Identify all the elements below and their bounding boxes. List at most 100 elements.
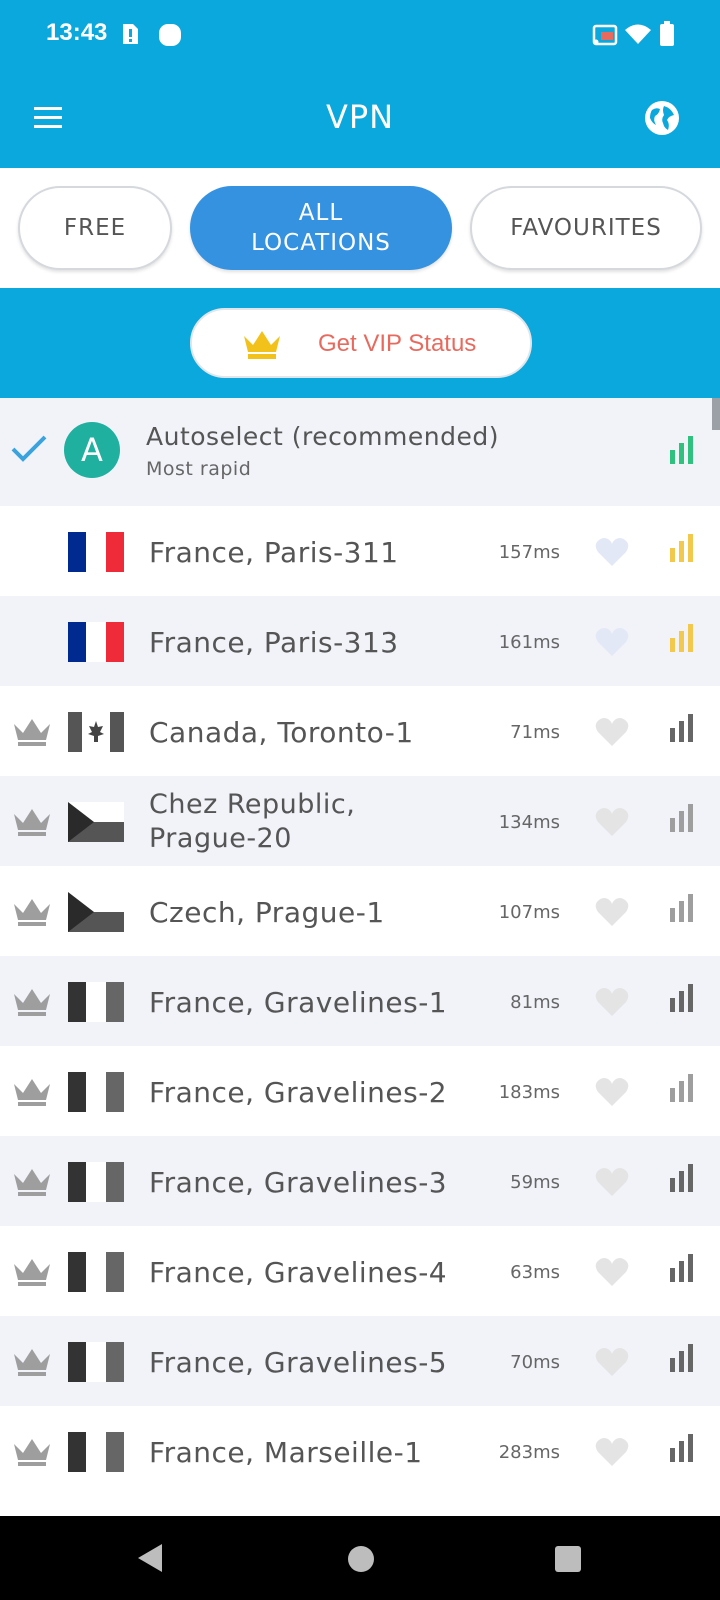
server-row[interactable]: Canada, Toronto-1 71ms <box>0 686 720 778</box>
get-vip-button[interactable]: Get VIP Status <box>190 308 532 378</box>
signal-icon <box>670 1164 694 1196</box>
tab-free[interactable]: FREE <box>18 186 172 270</box>
flag-icon <box>68 532 124 572</box>
vip-crown-icon <box>12 806 52 842</box>
flag-icon <box>68 892 124 932</box>
signal-icon <box>670 624 694 656</box>
crown-icon <box>242 328 282 364</box>
vip-crown-icon <box>12 1346 52 1382</box>
server-row[interactable]: France, Gravelines-3 59ms <box>0 1136 720 1228</box>
signal-icon <box>670 894 694 926</box>
vip-banner: Get VIP Status <box>0 288 720 398</box>
vip-crown-icon <box>12 716 52 752</box>
check-icon <box>10 434 48 468</box>
app-circle-icon <box>158 23 182 51</box>
server-name: France, Gravelines-5 <box>149 1345 448 1379</box>
cast-icon <box>592 24 618 50</box>
signal-icon <box>670 804 694 836</box>
globe-icon[interactable] <box>642 98 682 138</box>
tab-favourites[interactable]: FAVOURITES <box>470 186 702 270</box>
server-name: France, Paris-313 <box>149 625 399 659</box>
server-ping: 283ms <box>498 1441 560 1463</box>
server-name: France, Marseille-1 <box>149 1435 423 1469</box>
vip-crown-icon <box>12 1166 52 1202</box>
notification-alert-icon <box>120 22 140 50</box>
server-row[interactable]: France, Gravelines-1 81ms <box>0 956 720 1048</box>
app-bar: VPN <box>0 70 720 168</box>
server-ping: 161ms <box>498 631 560 653</box>
server-name: Chez Republic, Prague-20 <box>149 789 356 854</box>
server-ping: 183ms <box>498 1081 560 1103</box>
system-nav-bar <box>0 1516 720 1600</box>
favourite-heart-icon[interactable] <box>594 1166 630 1202</box>
server-ping: 63ms <box>510 1261 560 1283</box>
server-name: Canada, Toronto-1 <box>149 715 414 749</box>
favourite-heart-icon[interactable] <box>594 536 630 572</box>
server-name: France, Gravelines-2 <box>149 1075 448 1109</box>
server-row[interactable]: France, Gravelines-4 63ms <box>0 1226 720 1318</box>
server-row[interactable]: Czech, Prague-1 107ms <box>0 866 720 958</box>
autoselect-avatar: A <box>64 422 120 478</box>
flag-icon <box>68 1342 124 1382</box>
vip-crown-icon <box>12 1076 52 1112</box>
app-title: VPN <box>325 98 395 136</box>
favourite-heart-icon[interactable] <box>594 1436 630 1472</box>
tab-all-locations[interactable]: ALL LOCATIONS <box>190 186 452 270</box>
flag-icon <box>68 1252 124 1292</box>
signal-icon <box>670 984 694 1016</box>
favourite-heart-icon[interactable] <box>594 626 630 662</box>
server-name: Czech, Prague-1 <box>149 895 385 929</box>
server-list[interactable]: A Autoselect (recommended) Most rapid Fr… <box>0 398 720 1516</box>
server-ping: 59ms <box>510 1171 560 1193</box>
favourite-heart-icon[interactable] <box>594 806 630 842</box>
location-tabs: FREE ALL LOCATIONS FAVOURITES <box>0 168 720 288</box>
vip-crown-icon <box>12 986 52 1022</box>
server-name: France, Gravelines-1 <box>149 985 448 1019</box>
flag-icon <box>68 982 124 1022</box>
recents-icon[interactable] <box>555 1546 581 1572</box>
favourite-heart-icon[interactable] <box>594 716 630 752</box>
vip-crown-icon <box>12 1256 52 1292</box>
flag-icon <box>68 1432 124 1472</box>
wifi-icon <box>624 23 652 49</box>
autoselect-row[interactable]: A Autoselect (recommended) Most rapid <box>0 398 720 506</box>
flag-icon <box>68 712 124 752</box>
scrollbar-thumb[interactable] <box>712 398 720 430</box>
server-row[interactable]: France, Gravelines-5 70ms <box>0 1316 720 1408</box>
back-icon[interactable] <box>136 1542 164 1578</box>
signal-icon <box>670 1074 694 1106</box>
flag-icon <box>68 802 124 842</box>
server-row[interactable]: Chez Republic, Prague-20 134ms <box>0 776 720 868</box>
autoselect-title: Autoselect (recommended) <box>146 422 499 451</box>
server-ping: 107ms <box>498 901 560 923</box>
signal-icon <box>670 436 694 468</box>
server-name: France, Paris-311 <box>149 535 399 569</box>
favourite-heart-icon[interactable] <box>594 1256 630 1292</box>
status-bar: 13:43 <box>0 0 720 70</box>
server-row[interactable]: France, Paris-313 161ms <box>0 596 720 688</box>
autoselect-subtitle: Most rapid <box>146 458 252 480</box>
server-ping: 70ms <box>510 1351 560 1373</box>
get-vip-label: Get VIP Status <box>318 330 477 357</box>
server-row[interactable]: France, Gravelines-2 183ms <box>0 1046 720 1138</box>
server-ping: 157ms <box>498 541 560 563</box>
favourite-heart-icon[interactable] <box>594 896 630 932</box>
signal-icon <box>670 534 694 566</box>
server-row[interactable]: France, Marseille-1 283ms <box>0 1406 720 1498</box>
home-icon[interactable] <box>348 1546 374 1572</box>
signal-icon <box>670 1254 694 1286</box>
favourite-heart-icon[interactable] <box>594 1076 630 1112</box>
server-ping: 81ms <box>510 991 560 1013</box>
signal-icon <box>670 714 694 746</box>
server-name: France, Gravelines-4 <box>149 1255 448 1289</box>
server-row[interactable]: France, Paris-311 157ms <box>0 506 720 598</box>
server-ping: 134ms <box>498 811 560 833</box>
vip-crown-icon <box>12 896 52 932</box>
favourite-heart-icon[interactable] <box>594 1346 630 1382</box>
server-name: France, Gravelines-3 <box>149 1165 448 1199</box>
signal-icon <box>670 1434 694 1466</box>
battery-icon <box>659 21 675 51</box>
server-ping: 71ms <box>510 721 560 743</box>
favourite-heart-icon[interactable] <box>594 986 630 1022</box>
flag-icon <box>68 622 124 662</box>
